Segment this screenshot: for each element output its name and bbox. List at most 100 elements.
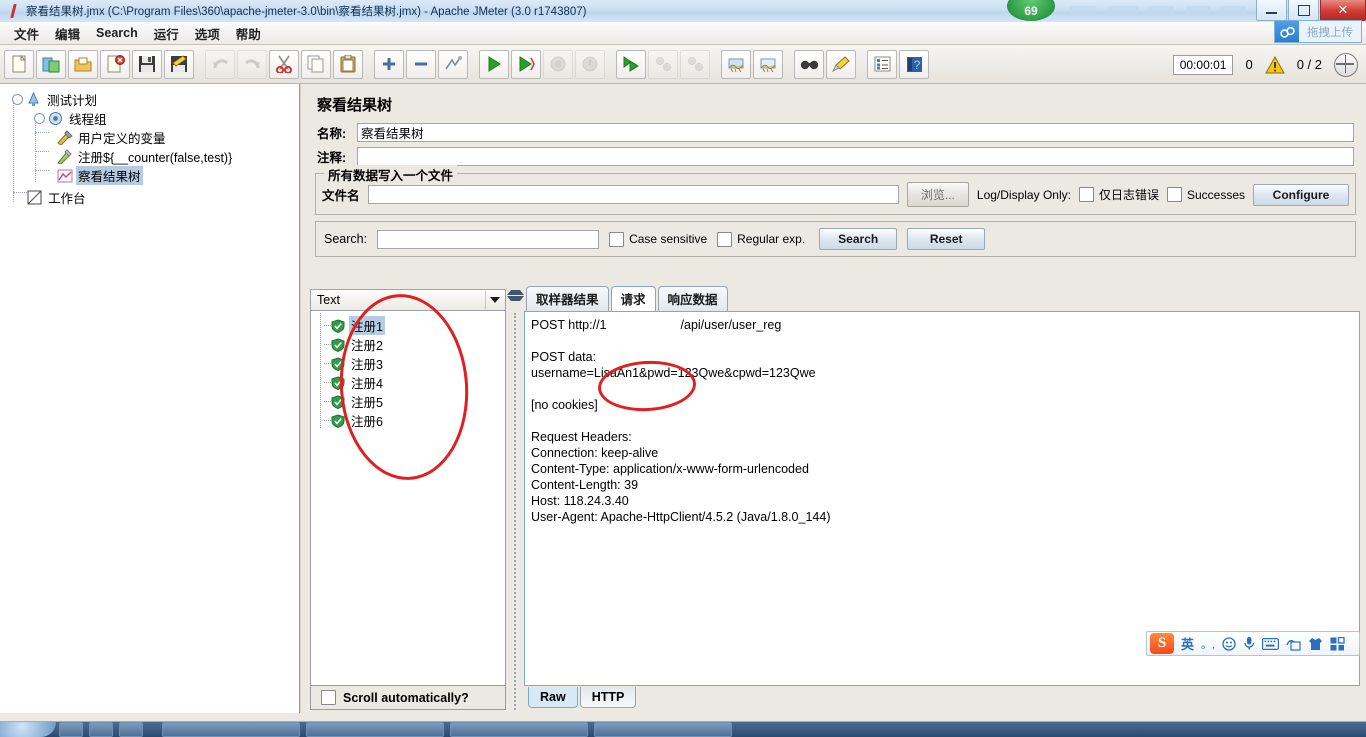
tab-sampler-result[interactable]: 取样器结果 (526, 286, 609, 311)
search-input[interactable] (377, 229, 600, 249)
split-divider[interactable] (506, 289, 524, 710)
case-sensitive-checkbox-wrap[interactable]: Case sensitive (609, 231, 707, 247)
start-remote-icon[interactable] (616, 49, 646, 79)
browse-button[interactable]: 浏览... (906, 182, 969, 207)
regular-exp-checkbox-wrap[interactable]: Regular exp. (717, 231, 805, 247)
list-item[interactable]: 注册2 (315, 335, 505, 354)
drag-upload-chip[interactable]: 拖拽上传 (1274, 20, 1362, 43)
restore-button[interactable] (1288, 0, 1319, 21)
function-helper-icon[interactable] (867, 49, 897, 79)
list-item[interactable]: 注册5 (315, 392, 505, 411)
request-text-area[interactable]: POST http://1/api/user/user_reg POST dat… (524, 311, 1360, 686)
successes-checkbox[interactable] (1166, 187, 1182, 202)
filename-input[interactable] (367, 185, 899, 204)
divider-buttons[interactable] (506, 290, 524, 301)
start-button[interactable] (0, 722, 56, 737)
emoji-icon[interactable] (1222, 636, 1236, 651)
copy-icon[interactable] (301, 49, 331, 79)
menu-item-edit[interactable]: 编辑 (47, 22, 88, 45)
punctuation-icon[interactable]: 。, (1201, 636, 1215, 652)
soft-keyboard-icon[interactable] (1262, 637, 1280, 650)
tab-http[interactable]: HTTP (579, 687, 637, 708)
tree-item-view-results-tree[interactable]: 察看结果树 (4, 166, 299, 185)
start-icon[interactable] (479, 49, 509, 79)
taskbar-window-1[interactable] (162, 722, 300, 737)
tree-item-http-sampler[interactable]: 注册${__counter(false,test)} (4, 147, 299, 166)
list-item[interactable]: 注册4 (315, 373, 505, 392)
stop-icon (543, 49, 573, 79)
tree-expand-knob-test-plan[interactable] (12, 94, 23, 105)
warning-triangle-icon[interactable] (1264, 55, 1285, 74)
save-as-icon[interactable] (164, 49, 194, 79)
toolbox-icon[interactable] (1330, 636, 1345, 651)
new-test-plan-icon[interactable] (36, 49, 66, 79)
chinese-english-toggle-icon[interactable]: 英 (1181, 634, 1194, 653)
clear-all-icon[interactable] (753, 49, 783, 79)
test-plan-tree[interactable]: 测试计划 线程组 用户定义的变量 注册${__counter(false,tes… (0, 84, 300, 716)
scroll-automatically-row[interactable]: Scroll automatically? (310, 686, 506, 710)
scroll-automatically-checkbox[interactable] (321, 690, 336, 705)
search-button[interactable]: Search (819, 228, 898, 250)
paste-icon[interactable] (333, 49, 363, 79)
taskbar-quicklaunch-2[interactable] (89, 722, 113, 737)
regular-exp-checkbox[interactable] (717, 231, 733, 247)
chevron-down-icon[interactable] (485, 291, 503, 309)
errors-only-checkbox-wrap[interactable]: 仅日志错误 (1078, 186, 1159, 203)
tree-item-thread-group[interactable]: 线程组 (4, 109, 299, 128)
taskbar-window-3[interactable] (450, 722, 588, 737)
handwriting-icon[interactable] (1286, 637, 1301, 651)
globe-icon[interactable] (1334, 52, 1358, 77)
tree-item-test-plan[interactable]: 测试计划 (4, 90, 299, 109)
list-item[interactable]: 注册1 (315, 316, 505, 335)
reset-button[interactable]: Reset (907, 228, 986, 250)
toggle-icon[interactable] (438, 49, 468, 79)
clear-icon[interactable] (721, 49, 751, 79)
tree-expand-knob-thread-group[interactable] (34, 113, 45, 124)
sogou-logo-icon[interactable]: S (1150, 633, 1174, 654)
divider-collapse-left-icon[interactable] (506, 290, 524, 295)
start-no-pauses-icon[interactable] (511, 49, 541, 79)
taskbar-quicklaunch-1[interactable] (59, 722, 83, 737)
sogou-ime-toolbar[interactable]: S 英 。, (1146, 631, 1360, 656)
tree-item-user-variables[interactable]: 用户定义的变量 (4, 128, 299, 147)
taskbar-quicklaunch-3[interactable] (119, 722, 143, 737)
tree-item-workbench[interactable]: 工作台 (4, 188, 299, 207)
tab-raw[interactable]: Raw (528, 687, 578, 708)
help-icon[interactable]: ? (899, 49, 929, 79)
renderer-dropdown[interactable]: Text (310, 289, 506, 311)
search-icon[interactable] (794, 49, 824, 79)
expand-icon[interactable] (374, 49, 404, 79)
menu-item-help[interactable]: 帮助 (228, 22, 269, 45)
menu-item-search[interactable]: Search (88, 24, 146, 42)
cut-icon[interactable] (269, 49, 299, 79)
taskbar-window-4[interactable] (594, 722, 732, 737)
errors-only-checkbox[interactable] (1078, 187, 1094, 202)
sample-result-list[interactable]: 注册1 注册2 注册3 注册4 注册5 注册6 (310, 311, 506, 686)
case-sensitive-checkbox[interactable] (609, 231, 625, 247)
menu-item-run[interactable]: 运行 (146, 22, 187, 45)
collapse-icon[interactable] (406, 49, 436, 79)
successes-checkbox-wrap[interactable]: Successes (1166, 187, 1245, 202)
close-icon[interactable] (100, 49, 130, 79)
list-item[interactable]: 注册3 (315, 354, 505, 373)
open-icon[interactable] (68, 49, 98, 79)
new-file-icon[interactable] (4, 49, 34, 79)
list-item[interactable]: 注册6 (315, 411, 505, 430)
taskbar-window-2[interactable] (306, 722, 444, 737)
name-input[interactable]: 察看结果树 (357, 122, 1354, 142)
close-button[interactable]: ✕ (1320, 0, 1366, 21)
tab-response-data[interactable]: 响应数据 (657, 286, 728, 311)
comment-input[interactable] (357, 146, 1354, 166)
drag-upload-label: 拖拽上传 (1307, 26, 1353, 39)
configure-button[interactable]: Configure (1253, 183, 1349, 206)
microphone-icon[interactable] (1243, 636, 1255, 651)
reset-search-icon[interactable] (826, 49, 856, 79)
menu-item-file[interactable]: 文件 (6, 22, 47, 45)
windows-taskbar[interactable] (0, 721, 1366, 737)
menu-item-options[interactable]: 选项 (187, 22, 228, 45)
skin-icon[interactable] (1308, 637, 1323, 651)
divider-collapse-right-icon[interactable] (506, 296, 524, 301)
minimize-button[interactable] (1256, 0, 1287, 21)
save-icon[interactable] (132, 49, 162, 79)
tab-request[interactable]: 请求 (610, 286, 656, 312)
